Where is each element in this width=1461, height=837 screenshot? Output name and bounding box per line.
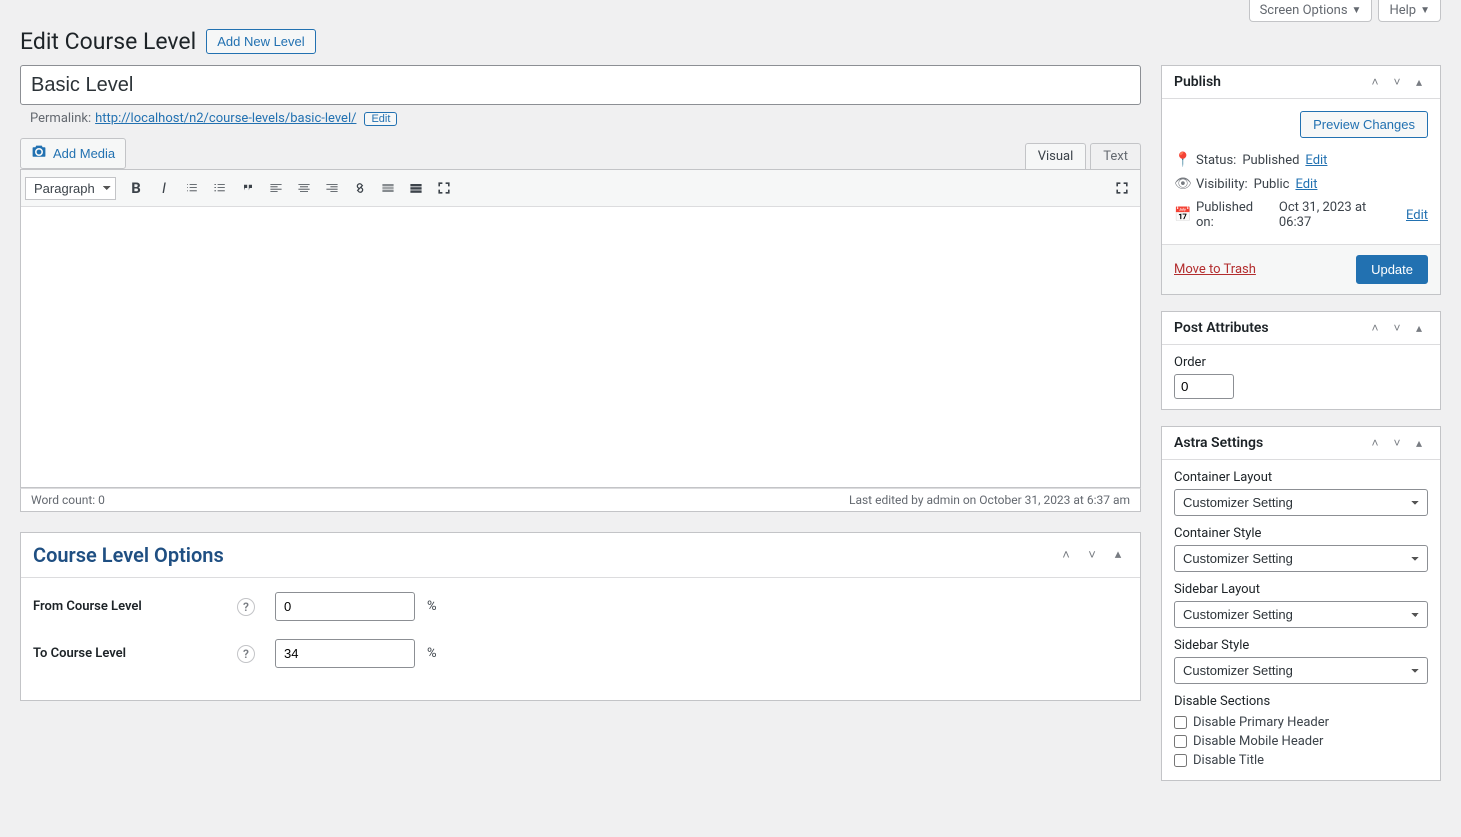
to-course-level-input[interactable] xyxy=(275,639,415,668)
from-course-level-input[interactable] xyxy=(275,592,415,621)
chevron-down-icon: ▼ xyxy=(1352,5,1362,16)
panel-down-icon[interactable]: ˅ xyxy=(1082,547,1102,563)
container-layout-label: Container Layout xyxy=(1174,470,1428,485)
order-input[interactable] xyxy=(1174,374,1234,399)
permalink-url[interactable]: http://localhost/n2/course-levels/basic-… xyxy=(95,111,356,126)
post-attributes-title: Post Attributes xyxy=(1174,320,1269,336)
distraction-free-button[interactable] xyxy=(1108,174,1136,202)
page-title: Edit Course Level xyxy=(20,28,196,55)
camera-icon xyxy=(31,144,47,163)
help-icon[interactable]: ? xyxy=(237,598,255,616)
disable-mobile-header-label: Disable Mobile Header xyxy=(1193,734,1323,749)
preview-changes-button[interactable]: Preview Changes xyxy=(1300,111,1428,138)
italic-button[interactable]: I xyxy=(150,174,178,202)
permalink-edit-button[interactable]: Edit xyxy=(364,112,397,126)
disable-mobile-header-checkbox[interactable] xyxy=(1174,735,1187,748)
panel-down-icon[interactable]: ˅ xyxy=(1388,75,1406,89)
pin-icon: 📍 xyxy=(1174,152,1190,168)
text-tab[interactable]: Text xyxy=(1090,143,1141,169)
editor-box: Paragraph B I xyxy=(20,169,1141,488)
bullet-list-button[interactable] xyxy=(178,174,206,202)
visibility-label: Visibility: xyxy=(1196,177,1248,192)
panel-down-icon[interactable]: ˅ xyxy=(1388,321,1406,335)
published-value: Oct 31, 2023 at 06:37 xyxy=(1279,200,1400,230)
container-layout-select[interactable]: Customizer Setting xyxy=(1174,489,1428,516)
screen-options-label: Screen Options xyxy=(1260,3,1348,18)
update-button[interactable]: Update xyxy=(1356,255,1428,284)
from-course-level-label: From Course Level xyxy=(33,599,142,614)
align-right-button[interactable] xyxy=(318,174,346,202)
add-media-label: Add Media xyxy=(53,146,115,161)
panel-toggle-icon[interactable]: ▴ xyxy=(1410,75,1428,89)
panel-up-icon[interactable]: ˄ xyxy=(1056,547,1076,563)
panel-up-icon[interactable]: ˄ xyxy=(1366,75,1384,89)
panel-up-icon[interactable]: ˄ xyxy=(1366,436,1384,450)
panel-toggle-icon[interactable]: ▴ xyxy=(1410,436,1428,450)
status-value: Published xyxy=(1242,153,1299,168)
last-edited: Last edited by admin on October 31, 2023… xyxy=(849,493,1130,507)
add-new-level-button[interactable]: Add New Level xyxy=(206,29,315,54)
add-media-button[interactable]: Add Media xyxy=(20,138,126,169)
numbered-list-button[interactable] xyxy=(206,174,234,202)
panel-up-icon[interactable]: ˄ xyxy=(1366,321,1384,335)
calendar-icon: 📅 xyxy=(1174,207,1190,223)
panel-down-icon[interactable]: ˅ xyxy=(1388,436,1406,450)
move-to-trash-link[interactable]: Move to Trash xyxy=(1174,262,1256,277)
screen-options-tab[interactable]: Screen Options ▼ xyxy=(1249,0,1373,22)
panel-toggle-icon[interactable]: ▴ xyxy=(1108,547,1128,563)
publish-panel-title: Publish xyxy=(1174,74,1221,90)
chevron-down-icon: ▼ xyxy=(1420,5,1430,16)
visibility-value: Public xyxy=(1254,177,1290,192)
align-left-button[interactable] xyxy=(262,174,290,202)
toolbar-toggle-button[interactable] xyxy=(402,174,430,202)
course-level-options-title: Course Level Options xyxy=(33,543,224,567)
post-title-input[interactable] xyxy=(20,65,1141,105)
to-course-level-label: To Course Level xyxy=(33,646,126,661)
help-tab[interactable]: Help ▼ xyxy=(1378,0,1441,22)
help-label: Help xyxy=(1389,3,1416,18)
align-center-button[interactable] xyxy=(290,174,318,202)
panel-toggle-icon[interactable]: ▴ xyxy=(1410,321,1428,335)
editor-content[interactable] xyxy=(21,207,1140,487)
readmore-button[interactable] xyxy=(374,174,402,202)
sidebar-style-select[interactable]: Customizer Setting xyxy=(1174,657,1428,684)
sidebar-style-label: Sidebar Style xyxy=(1174,638,1428,653)
word-count: Word count: 0 xyxy=(31,493,105,507)
order-label: Order xyxy=(1174,355,1428,370)
link-button[interactable] xyxy=(346,174,374,202)
disable-primary-header-label: Disable Primary Header xyxy=(1193,715,1329,730)
status-edit-link[interactable]: Edit xyxy=(1305,153,1327,168)
visual-tab[interactable]: Visual xyxy=(1025,143,1087,169)
percent-unit: % xyxy=(427,646,437,661)
disable-title-checkbox[interactable] xyxy=(1174,754,1187,767)
container-style-select[interactable]: Customizer Setting xyxy=(1174,545,1428,572)
sidebar-layout-select[interactable]: Customizer Setting xyxy=(1174,601,1428,628)
help-icon[interactable]: ? xyxy=(237,645,255,663)
published-label: Published on: xyxy=(1196,200,1273,230)
container-style-label: Container Style xyxy=(1174,526,1428,541)
blockquote-button[interactable] xyxy=(234,174,262,202)
bold-button[interactable]: B xyxy=(122,174,150,202)
astra-settings-title: Astra Settings xyxy=(1174,435,1263,451)
sidebar-layout-label: Sidebar Layout xyxy=(1174,582,1428,597)
fullscreen-button[interactable] xyxy=(430,174,458,202)
published-edit-link[interactable]: Edit xyxy=(1406,208,1428,223)
eye-icon: 👁 xyxy=(1174,176,1190,192)
format-select[interactable]: Paragraph xyxy=(25,177,116,200)
status-label: Status: xyxy=(1196,153,1236,168)
permalink-label: Permalink: xyxy=(30,111,91,126)
disable-sections-label: Disable Sections xyxy=(1174,694,1428,709)
visibility-edit-link[interactable]: Edit xyxy=(1295,177,1317,192)
disable-title-label: Disable Title xyxy=(1193,753,1264,768)
percent-unit: % xyxy=(427,599,437,614)
disable-primary-header-checkbox[interactable] xyxy=(1174,716,1187,729)
